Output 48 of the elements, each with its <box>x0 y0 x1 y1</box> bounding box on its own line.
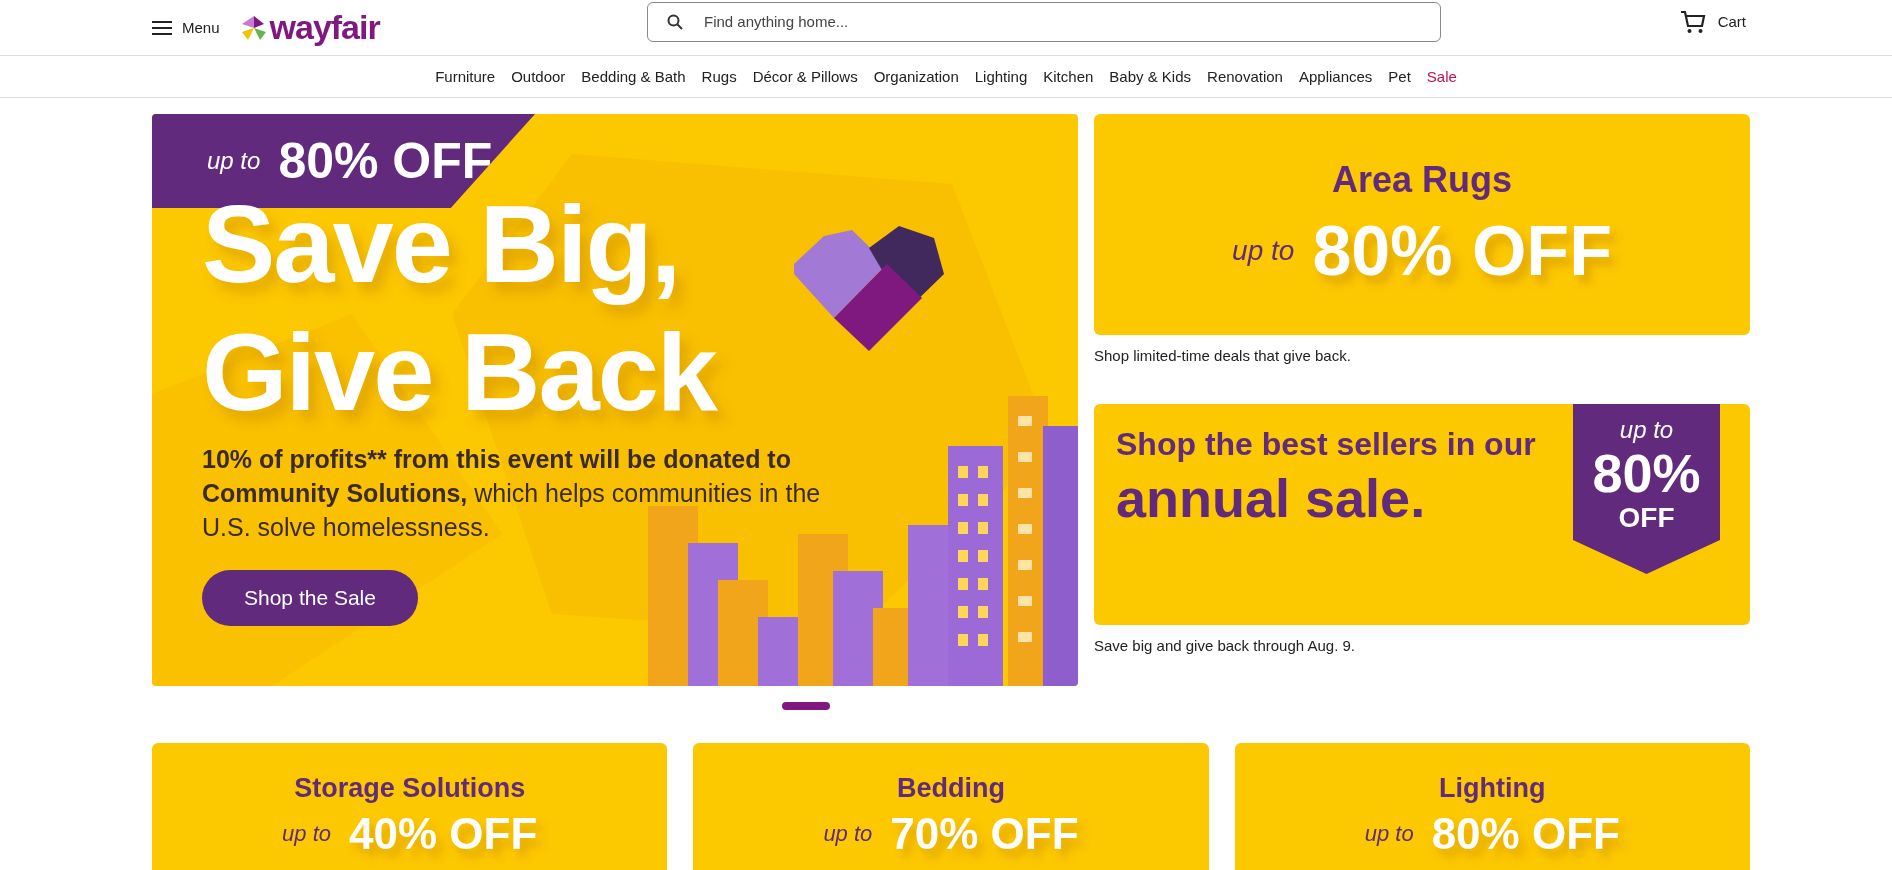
hero-description: 10% of profits** from this event will be donated to Community Solutions, which helps communities in the U.S. solve homelessness. <box>202 444 822 543</box>
promo-title: Area Rugs <box>1331 158 1513 201</box>
cart-button[interactable]: Cart <box>1673 8 1752 35</box>
nav-link[interactable]: Kitchen <box>1043 68 1094 85</box>
search-field[interactable]: Find anything home... <box>647 1 1441 42</box>
offer-prefix: up to <box>823 821 873 847</box>
nav-link[interactable]: Outdoor <box>511 68 566 85</box>
category-card[interactable]: Bedding up to 70% OFF <box>693 743 1209 870</box>
category-title: Lighting <box>1439 773 1546 804</box>
nav-link[interactable]: Renovation <box>1207 68 1283 85</box>
menu-icon <box>152 19 172 36</box>
nav-link[interactable]: Lighting <box>974 68 1028 85</box>
nav-link[interactable]: Organization <box>873 68 959 85</box>
offer-value: 80% OFF <box>1431 810 1620 858</box>
badge-prefix: up to <box>1619 416 1674 444</box>
shop-sale-button[interactable]: Shop the Sale <box>202 570 418 626</box>
nav-link[interactable]: Appliances <box>1298 68 1373 85</box>
menu-button[interactable]: Menu <box>152 15 220 40</box>
promo-caption: Save big and give back through Aug. 9. <box>1094 637 1357 654</box>
headline-line: Give Back <box>202 309 716 435</box>
promo-card[interactable]: Area Rugs up to 80% OFF <box>1094 114 1750 335</box>
nav-link[interactable]: Pet <box>1388 68 1411 85</box>
offer-prefix: up to <box>1364 821 1414 847</box>
nav-link[interactable]: Baby & Kids <box>1109 68 1192 85</box>
wayfair-logo[interactable]: wayfair <box>239 8 380 47</box>
category-card[interactable]: Lighting up to 80% OFF <box>1234 743 1750 870</box>
badge-value: 80% <box>1592 444 1701 502</box>
promo-heading: Shop the best sellers in our <box>1116 426 1536 463</box>
offer-value: 70% OFF <box>890 810 1079 858</box>
badge-suffix: OFF <box>1618 502 1675 534</box>
offer-prefix: up to <box>282 821 331 847</box>
nav-link[interactable]: Furniture <box>435 68 496 85</box>
tag-prefix: up to <box>207 147 261 175</box>
nav-link[interactable]: Rugs <box>701 68 737 85</box>
carousel-indicator[interactable] <box>782 702 830 710</box>
category-title: Bedding <box>897 773 1005 804</box>
offer-prefix: up to <box>1232 234 1295 267</box>
category-card[interactable]: Storage Solutions up to 40% OFF <box>152 743 668 870</box>
promo-caption: Shop limited-time deals that give back. <box>1094 347 1352 364</box>
offer-value: 40% OFF <box>349 810 538 858</box>
nav-link[interactable]: Bedding & Bath <box>581 68 686 85</box>
nav-link[interactable]: Décor & Pillows <box>752 68 858 85</box>
promo-card[interactable]: Shop the best sellers in our annual sale. up to 80% OFF <box>1094 404 1750 625</box>
category-title: Storage Solutions <box>294 773 526 804</box>
cart-icon <box>1679 9 1706 34</box>
offer-value: 80% OFF <box>1312 210 1612 291</box>
promo-heading: annual sale. <box>1116 467 1427 529</box>
nav-link[interactable]: Sale <box>1426 68 1457 85</box>
